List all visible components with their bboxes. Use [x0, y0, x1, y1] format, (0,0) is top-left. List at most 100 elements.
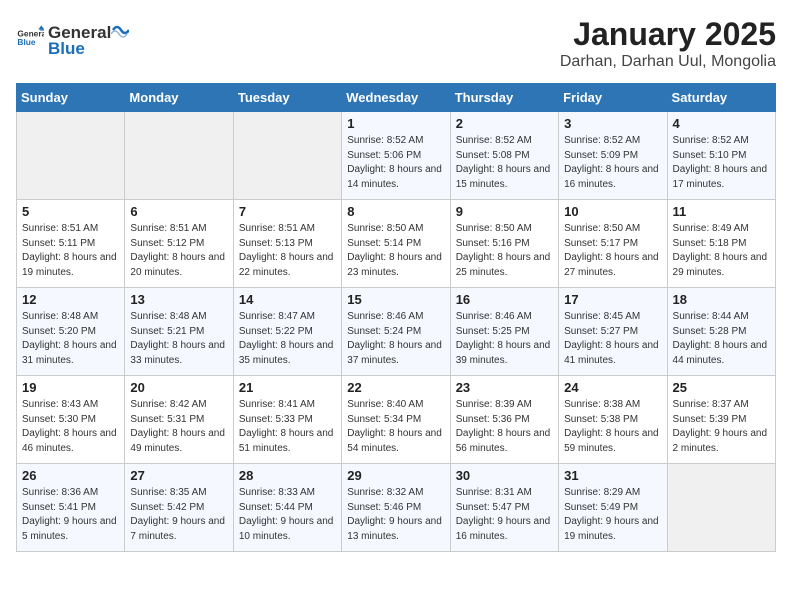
day-number: 13 — [130, 292, 227, 307]
day-info: Sunrise: 8:32 AMSunset: 5:46 PMDaylight:… — [347, 486, 444, 544]
day-cell: 20 Sunrise: 8:42 AMSunset: 5:31 PMDayligh… — [125, 376, 233, 464]
day-cell — [233, 112, 341, 200]
day-number: 17 — [564, 292, 661, 307]
day-number: 16 — [456, 292, 553, 307]
day-number: 24 — [564, 380, 661, 395]
day-number: 20 — [130, 380, 227, 395]
day-info: Sunrise: 8:51 AMSunset: 5:13 PMDaylight:… — [239, 222, 336, 280]
day-info: Sunrise: 8:46 AMSunset: 5:24 PMDaylight:… — [347, 310, 444, 368]
day-number: 1 — [347, 116, 444, 131]
day-info: Sunrise: 8:49 AMSunset: 5:18 PMDaylight:… — [673, 222, 770, 280]
day-number: 9 — [456, 204, 553, 219]
day-number: 21 — [239, 380, 336, 395]
day-number: 12 — [22, 292, 119, 307]
day-header-sunday: Sunday — [17, 84, 125, 112]
day-cell: 2 Sunrise: 8:52 AMSunset: 5:08 PMDaylight… — [450, 112, 558, 200]
day-cell: 10 Sunrise: 8:50 AMSunset: 5:17 PMDayligh… — [559, 200, 667, 288]
day-cell: 28Sunrise: 8:33 AMSunset: 5:44 PMDayligh… — [233, 464, 341, 552]
day-info: Sunrise: 8:41 AMSunset: 5:33 PMDaylight:… — [239, 398, 336, 456]
day-info: Sunrise: 8:36 AMSunset: 5:41 PMDaylight:… — [22, 486, 119, 544]
day-number: 5 — [22, 204, 119, 219]
day-cell: 23 Sunrise: 8:39 AMSunset: 5:36 PMDayligh… — [450, 376, 558, 464]
day-cell: 27 Sunrise: 8:35 AMSunset: 5:42 PMDayligh… — [125, 464, 233, 552]
day-cell: 11 Sunrise: 8:49 AMSunset: 5:18 PMDayligh… — [667, 200, 775, 288]
day-cell: 7Sunrise: 8:51 AMSunset: 5:13 PMDaylight… — [233, 200, 341, 288]
day-cell: 8Sunrise: 8:50 AMSunset: 5:14 PMDaylight… — [342, 200, 450, 288]
calendar-title: January 2025 — [560, 16, 776, 53]
day-cell: 25Sunrise: 8:37 AMSunset: 5:39 PMDayligh… — [667, 376, 775, 464]
day-number: 22 — [347, 380, 444, 395]
day-cell: 4 Sunrise: 8:52 AMSunset: 5:10 PMDaylight… — [667, 112, 775, 200]
day-info: Sunrise: 8:50 AMSunset: 5:16 PMDaylight:… — [456, 222, 553, 280]
day-cell — [125, 112, 233, 200]
day-number: 10 — [564, 204, 661, 219]
week-row-5: 26 Sunrise: 8:36 AMSunset: 5:41 PMDayligh… — [17, 464, 776, 552]
day-number: 15 — [347, 292, 444, 307]
day-info: Sunrise: 8:46 AMSunset: 5:25 PMDaylight:… — [456, 310, 553, 368]
day-number: 4 — [673, 116, 770, 131]
day-cell: 22 Sunrise: 8:40 AMSunset: 5:34 PMDayligh… — [342, 376, 450, 464]
day-cell: 5 Sunrise: 8:51 AMSunset: 5:11 PMDaylight… — [17, 200, 125, 288]
day-header-tuesday: Tuesday — [233, 84, 341, 112]
day-number: 23 — [456, 380, 553, 395]
day-cell: 17Sunrise: 8:45 AMSunset: 5:27 PMDayligh… — [559, 288, 667, 376]
day-info: Sunrise: 8:38 AMSunset: 5:38 PMDaylight:… — [564, 398, 661, 456]
day-info: Sunrise: 8:50 AMSunset: 5:17 PMDaylight:… — [564, 222, 661, 280]
day-info: Sunrise: 8:48 AMSunset: 5:20 PMDaylight:… — [22, 310, 119, 368]
day-cell — [17, 112, 125, 200]
day-info: Sunrise: 8:51 AMSunset: 5:11 PMDaylight:… — [22, 222, 119, 280]
day-cell: 31 Sunrise: 8:29 AMSunset: 5:49 PMDayligh… — [559, 464, 667, 552]
day-info: Sunrise: 8:33 AMSunset: 5:44 PMDaylight:… — [239, 486, 336, 544]
day-info: Sunrise: 8:40 AMSunset: 5:34 PMDaylight:… — [347, 398, 444, 456]
day-header-wednesday: Wednesday — [342, 84, 450, 112]
logo: General Blue General Blue — [16, 16, 129, 59]
day-info: Sunrise: 8:39 AMSunset: 5:36 PMDaylight:… — [456, 398, 553, 456]
week-row-3: 12 Sunrise: 8:48 AMSunset: 5:20 PMDayligh… — [17, 288, 776, 376]
day-info: Sunrise: 8:52 AMSunset: 5:10 PMDaylight:… — [673, 134, 770, 192]
day-info: Sunrise: 8:31 AMSunset: 5:47 PMDaylight:… — [456, 486, 553, 544]
day-number: 31 — [564, 468, 661, 483]
day-info: Sunrise: 8:35 AMSunset: 5:42 PMDaylight:… — [130, 486, 227, 544]
day-number: 11 — [673, 204, 770, 219]
day-cell — [667, 464, 775, 552]
day-cell: 15 Sunrise: 8:46 AMSunset: 5:24 PMDayligh… — [342, 288, 450, 376]
logo-icon: General Blue — [16, 24, 44, 52]
day-cell: 29Sunrise: 8:32 AMSunset: 5:46 PMDayligh… — [342, 464, 450, 552]
day-number: 2 — [456, 116, 553, 131]
days-header-row: SundayMondayTuesdayWednesdayThursdayFrid… — [17, 84, 776, 112]
day-number: 14 — [239, 292, 336, 307]
day-cell: 24 Sunrise: 8:38 AMSunset: 5:38 PMDayligh… — [559, 376, 667, 464]
day-cell: 6Sunrise: 8:51 AMSunset: 5:12 PMDaylight… — [125, 200, 233, 288]
svg-text:Blue: Blue — [17, 37, 35, 47]
day-info: Sunrise: 8:29 AMSunset: 5:49 PMDaylight:… — [564, 486, 661, 544]
day-cell: 9 Sunrise: 8:50 AMSunset: 5:16 PMDaylight… — [450, 200, 558, 288]
day-number: 18 — [673, 292, 770, 307]
week-row-1: 1 Sunrise: 8:52 AMSunset: 5:06 PMDaylight… — [17, 112, 776, 200]
day-cell: 30 Sunrise: 8:31 AMSunset: 5:47 PMDayligh… — [450, 464, 558, 552]
day-cell: 19 Sunrise: 8:43 AMSunset: 5:30 PMDayligh… — [17, 376, 125, 464]
week-row-2: 5 Sunrise: 8:51 AMSunset: 5:11 PMDaylight… — [17, 200, 776, 288]
day-info: Sunrise: 8:51 AMSunset: 5:12 PMDaylight:… — [130, 222, 227, 280]
day-cell: 13Sunrise: 8:48 AMSunset: 5:21 PMDayligh… — [125, 288, 233, 376]
day-cell: 21 Sunrise: 8:41 AMSunset: 5:33 PMDayligh… — [233, 376, 341, 464]
day-header-friday: Friday — [559, 84, 667, 112]
day-cell: 18Sunrise: 8:44 AMSunset: 5:28 PMDayligh… — [667, 288, 775, 376]
header: General Blue General Blue January 2025 D… — [16, 16, 776, 71]
day-number: 30 — [456, 468, 553, 483]
day-info: Sunrise: 8:52 AMSunset: 5:08 PMDaylight:… — [456, 134, 553, 192]
day-cell: 16 Sunrise: 8:46 AMSunset: 5:25 PMDayligh… — [450, 288, 558, 376]
day-number: 26 — [22, 468, 119, 483]
day-cell: 26 Sunrise: 8:36 AMSunset: 5:41 PMDayligh… — [17, 464, 125, 552]
day-cell: 12 Sunrise: 8:48 AMSunset: 5:20 PMDayligh… — [17, 288, 125, 376]
day-number: 19 — [22, 380, 119, 395]
calendar-table: SundayMondayTuesdayWednesdayThursdayFrid… — [16, 83, 776, 552]
title-area: January 2025 Darhan, Darhan Uul, Mongoli… — [560, 16, 776, 71]
day-cell: 1 Sunrise: 8:52 AMSunset: 5:06 PMDaylight… — [342, 112, 450, 200]
day-info: Sunrise: 8:52 AMSunset: 5:06 PMDaylight:… — [347, 134, 444, 192]
day-number: 25 — [673, 380, 770, 395]
day-number: 27 — [130, 468, 227, 483]
day-info: Sunrise: 8:52 AMSunset: 5:09 PMDaylight:… — [564, 134, 661, 192]
day-header-saturday: Saturday — [667, 84, 775, 112]
day-info: Sunrise: 8:43 AMSunset: 5:30 PMDaylight:… — [22, 398, 119, 456]
day-info: Sunrise: 8:42 AMSunset: 5:31 PMDaylight:… — [130, 398, 227, 456]
